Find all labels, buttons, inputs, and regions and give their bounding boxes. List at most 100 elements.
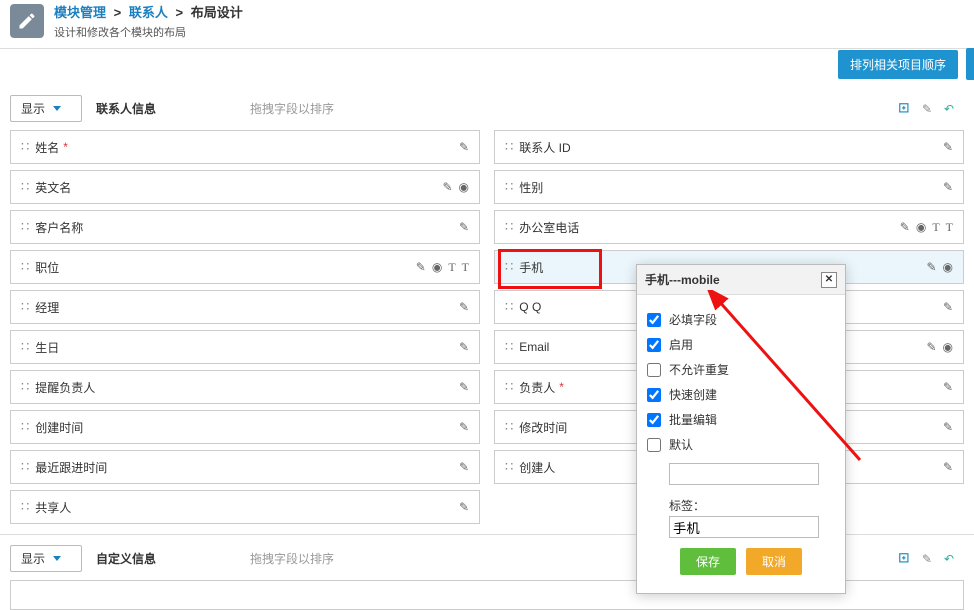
default-checkbox[interactable]	[647, 438, 661, 452]
eye-icon[interactable]: ◉	[943, 340, 953, 354]
default-input[interactable]	[669, 463, 819, 485]
field-row[interactable]: ∷提醒负责人✎	[10, 370, 480, 404]
tag-input[interactable]	[669, 516, 819, 538]
text-icon[interactable]: T	[946, 220, 953, 235]
edit-icon[interactable]: ✎	[442, 180, 452, 194]
edit-icon[interactable]: ✎	[459, 300, 469, 314]
eye-icon[interactable]: ◉	[943, 260, 953, 274]
field-row[interactable]: ∷姓名*✎	[10, 130, 480, 164]
drag-handle-icon[interactable]: ∷	[505, 459, 511, 475]
drag-handle-icon[interactable]: ∷	[21, 259, 27, 275]
edit-icon[interactable]: ✎	[459, 340, 469, 354]
field-row[interactable]: ∷办公室电话✎◉TT	[494, 210, 964, 244]
edit-icon[interactable]: ✎	[943, 460, 953, 474]
drag-handle-icon[interactable]: ∷	[21, 219, 27, 235]
display-select-1[interactable]: 显示	[10, 95, 82, 122]
drag-handle-icon[interactable]: ∷	[21, 459, 27, 475]
reset-icon[interactable]: ↶	[942, 102, 956, 116]
text-icon[interactable]: T	[462, 260, 469, 275]
option-checkbox[interactable]	[647, 313, 661, 327]
field-actions: ✎	[459, 460, 469, 474]
popup-option-row: 必填字段	[647, 311, 835, 328]
close-icon[interactable]: ✕	[821, 272, 837, 288]
edit-icon[interactable]: ✎	[943, 140, 953, 154]
section-title-2: 自定义信息	[96, 550, 156, 567]
edit-icon[interactable]: ✎	[459, 460, 469, 474]
edit-icon[interactable]: ✎	[459, 380, 469, 394]
eye-icon[interactable]: ◉	[459, 180, 469, 194]
field-actions: ✎	[459, 380, 469, 394]
edit-icon[interactable]: ✎	[943, 420, 953, 434]
required-mark: *	[63, 140, 68, 154]
breadcrumb-link-1[interactable]: 模块管理	[54, 5, 106, 20]
page-header: 模块管理 > 联系人 > 布局设计 设计和修改各个模块的布局	[0, 0, 974, 49]
field-row[interactable]: ∷生日✎	[10, 330, 480, 364]
section-header-1: 显示 联系人信息 拖拽字段以排序 ✎ ↶	[0, 89, 974, 128]
field-settings-popup: 手机---mobile ✕ 必填字段启用不允许重复快速创建批量编辑默认标签：保存…	[636, 264, 846, 594]
sort-related-button[interactable]: 排列相关项目顺序	[838, 50, 958, 79]
display-select-2[interactable]: 显示	[10, 545, 82, 572]
field-row[interactable]: ∷ 性别 ✎	[494, 170, 964, 204]
drag-handle-icon[interactable]: ∷	[505, 339, 511, 355]
drag-handle-icon[interactable]: ∷	[21, 299, 27, 315]
edit-icon[interactable]: ✎	[459, 140, 469, 154]
drag-handle-icon[interactable]: ∷	[21, 179, 27, 195]
field-row[interactable]: ∷经理✎	[10, 290, 480, 324]
save-button[interactable]: 保存	[680, 548, 736, 575]
drag-handle-icon[interactable]: ∷	[505, 299, 511, 315]
popup-option-row: 批量编辑	[647, 411, 835, 428]
edit-icon[interactable]: ✎	[900, 220, 910, 235]
option-checkbox[interactable]	[647, 388, 661, 402]
edit-icon[interactable]: ✎	[926, 340, 936, 354]
field-label: 修改时间	[519, 419, 567, 436]
edit-icon[interactable]: ✎	[416, 260, 426, 275]
field-row[interactable]: ∷共享人✎	[10, 490, 480, 524]
field-row[interactable]: ∷创建时间✎	[10, 410, 480, 444]
popup-option-row: 快速创建	[647, 386, 835, 403]
option-checkbox[interactable]	[647, 413, 661, 427]
eye-icon[interactable]: ◉	[432, 260, 442, 275]
drag-handle-icon[interactable]: ∷	[505, 139, 511, 155]
text-icon[interactable]: T	[448, 260, 455, 275]
field-row[interactable]: ∷客户名称✎	[10, 210, 480, 244]
field-row[interactable]: ∷英文名✎◉	[10, 170, 480, 204]
edit-section-icon-2[interactable]: ✎	[920, 552, 934, 566]
field-actions: ✎	[459, 140, 469, 154]
reset-icon-2[interactable]: ↶	[942, 552, 956, 566]
edit-icon[interactable]: ✎	[459, 220, 469, 234]
side-accent-bar	[966, 48, 974, 80]
breadcrumb-link-2[interactable]: 联系人	[129, 5, 168, 20]
drag-handle-icon[interactable]: ∷	[505, 379, 511, 395]
field-actions: ✎	[943, 140, 953, 154]
field-row[interactable]: ∷联系人 ID✎	[494, 130, 964, 164]
drag-handle-icon[interactable]: ∷	[505, 179, 511, 195]
field-row[interactable]: ∷最近跟进时间✎	[10, 450, 480, 484]
drag-handle-icon[interactable]: ∷	[21, 379, 27, 395]
drag-handle-icon[interactable]: ∷	[505, 419, 511, 435]
drag-handle-icon[interactable]: ∷	[21, 419, 27, 435]
breadcrumb-current: 布局设计	[191, 5, 243, 20]
option-checkbox[interactable]	[647, 363, 661, 377]
field-actions: ✎	[459, 220, 469, 234]
field-row[interactable]: ∷职位✎◉TT	[10, 250, 480, 284]
edit-icon[interactable]: ✎	[943, 300, 953, 314]
eye-icon[interactable]: ◉	[916, 220, 926, 235]
add-field-icon-2[interactable]	[898, 552, 912, 566]
drag-handle-icon[interactable]: ∷	[21, 339, 27, 355]
drag-handle-icon[interactable]: ∷	[21, 499, 27, 515]
edit-icon[interactable]: ✎	[943, 380, 953, 394]
edit-section-icon[interactable]: ✎	[920, 102, 934, 116]
edit-icon[interactable]: ✎	[459, 420, 469, 434]
text-icon[interactable]: T	[932, 220, 939, 235]
option-label: 必填字段	[669, 311, 717, 328]
cancel-button[interactable]: 取消	[746, 548, 802, 575]
edit-icon[interactable]: ✎	[926, 260, 936, 274]
drag-handle-icon[interactable]: ∷	[21, 139, 27, 155]
option-checkbox[interactable]	[647, 338, 661, 352]
edit-icon[interactable]: ✎	[459, 500, 469, 514]
field-label: 性别	[519, 179, 543, 196]
edit-icon[interactable]: ✎	[943, 180, 953, 194]
add-field-icon[interactable]	[898, 102, 912, 116]
drag-handle-icon[interactable]: ∷	[505, 259, 511, 275]
drag-handle-icon[interactable]: ∷	[505, 219, 511, 235]
